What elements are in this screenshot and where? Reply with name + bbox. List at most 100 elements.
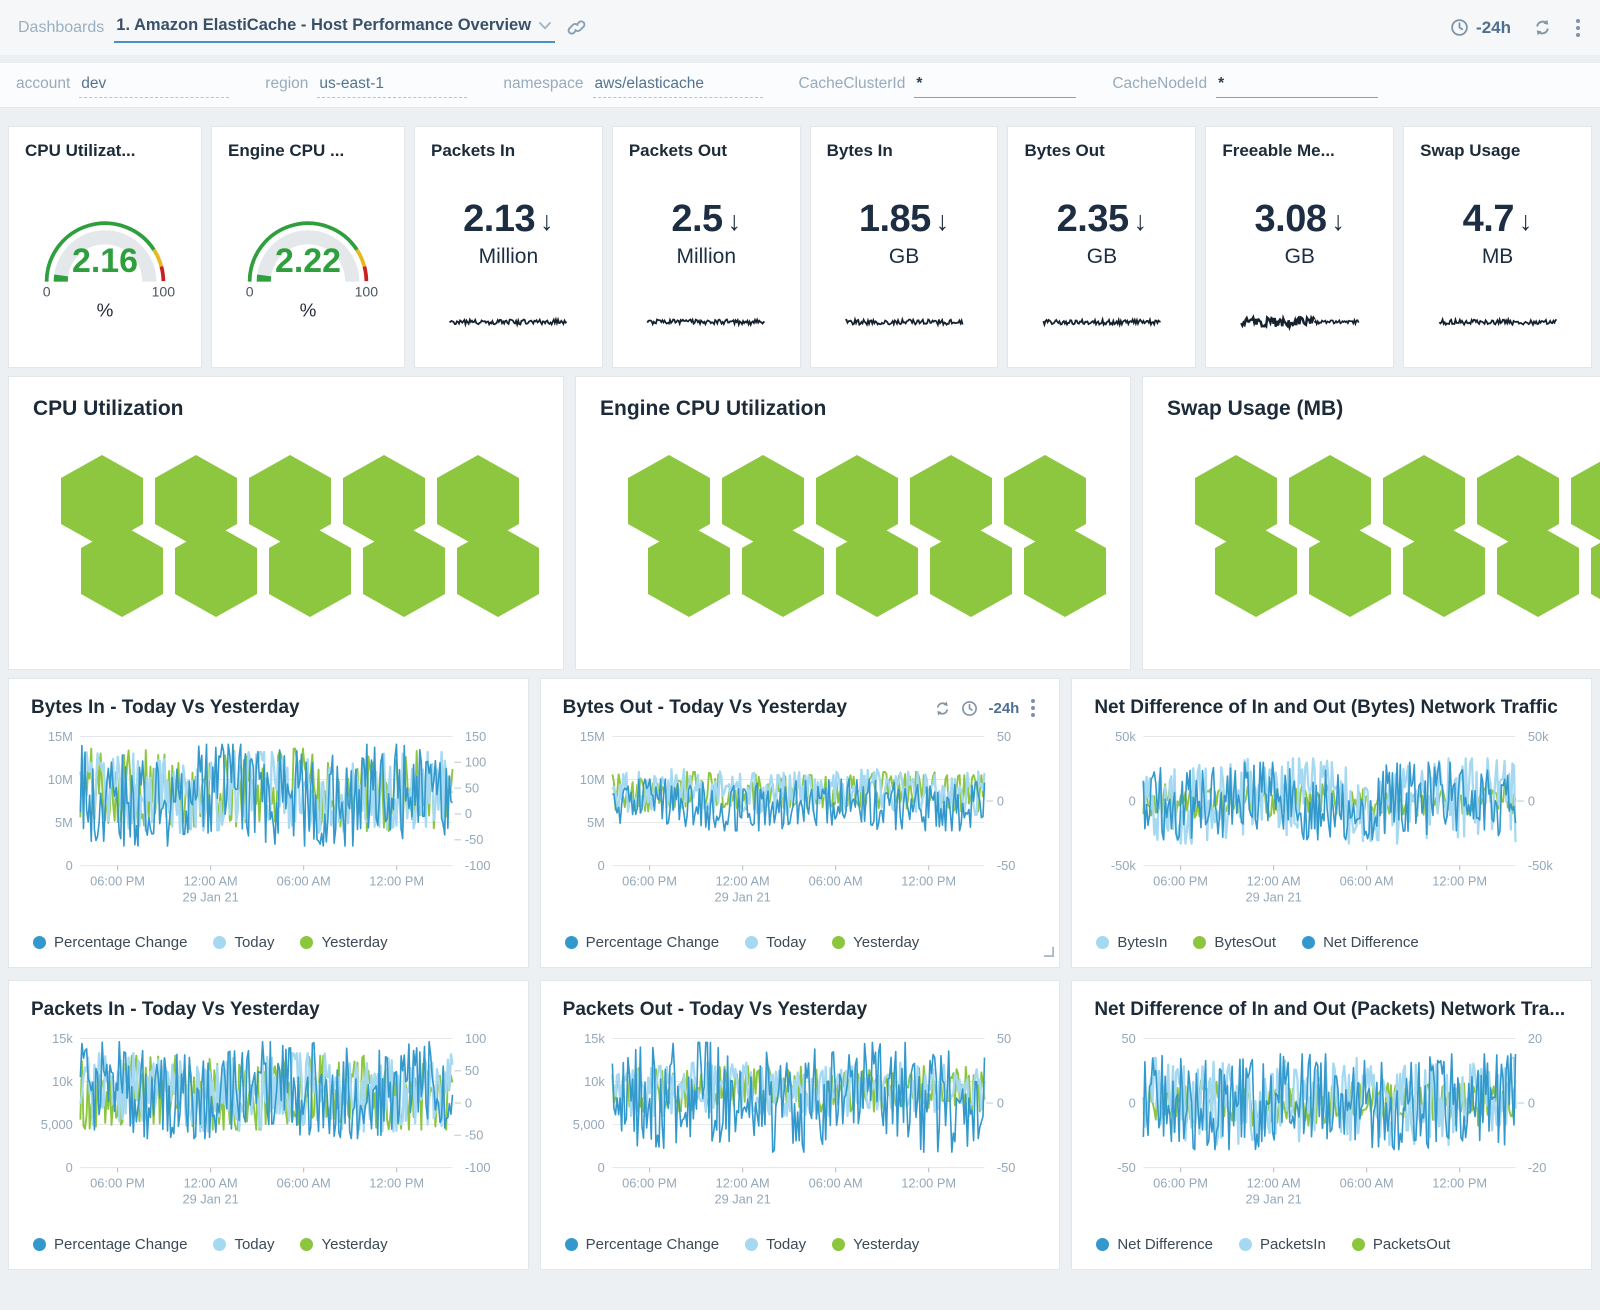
svg-text:06:00 AM: 06:00 AM xyxy=(808,1176,862,1191)
trend-down-icon: ↓ xyxy=(1519,206,1533,237)
filter-item: CacheClusterId * xyxy=(799,73,1077,98)
legend-item[interactable]: Net Difference xyxy=(1302,934,1419,951)
chart-title: Net Difference of In and Out (Packets) N… xyxy=(1094,999,1565,1021)
time-range-label: -24h xyxy=(1476,18,1511,38)
svg-text:15k: 15k xyxy=(52,1031,73,1046)
svg-text:12:00 PM: 12:00 PM xyxy=(1433,1176,1488,1191)
kpi-value: 2.13 xyxy=(463,198,535,241)
svg-text:12:00 AM: 12:00 AM xyxy=(184,874,238,889)
panel-time-range[interactable]: -24h xyxy=(988,700,1019,717)
kpi-unit: Million xyxy=(479,245,539,269)
legend-item[interactable]: Today xyxy=(213,934,274,951)
svg-text:29 Jan 21: 29 Jan 21 xyxy=(714,1192,770,1207)
legend-item[interactable]: Yesterday xyxy=(300,934,387,951)
svg-text:50k: 50k xyxy=(1115,729,1136,744)
chart-legend: Percentage Change Today Yesterday xyxy=(31,1232,506,1259)
sparkline xyxy=(446,313,570,331)
svg-text:0: 0 xyxy=(1528,793,1535,808)
chart-panel-packets-in-today-vs-yesterday: Packets In - Today Vs Yesterday 15k10k5,… xyxy=(8,980,529,1270)
honeycomb-grid xyxy=(1167,455,1600,617)
legend-dot xyxy=(1096,936,1109,949)
svg-text:50k: 50k xyxy=(1528,729,1549,744)
svg-text:29 Jan 21: 29 Jan 21 xyxy=(714,890,770,905)
svg-text:-100: -100 xyxy=(465,1160,491,1175)
line-chart: 15k10k5,0000100500-50-10006:00 PM12:00 A… xyxy=(31,1029,506,1219)
svg-text:100: 100 xyxy=(152,284,176,300)
kebab-menu-icon[interactable] xyxy=(1029,697,1037,719)
legend-item[interactable]: Percentage Change xyxy=(33,1236,187,1253)
svg-text:-50: -50 xyxy=(465,832,484,847)
svg-text:2.22: 2.22 xyxy=(275,242,341,280)
legend-item[interactable]: Today xyxy=(745,934,806,951)
kebab-menu-icon[interactable] xyxy=(1574,17,1582,39)
honeycomb-panel: Engine CPU Utilization xyxy=(575,376,1131,670)
breadcrumb[interactable]: Dashboards xyxy=(18,19,104,37)
filter-value-cacheclusterid[interactable]: * xyxy=(914,73,1076,98)
honeycomb-grid xyxy=(600,455,1106,617)
legend-label: Percentage Change xyxy=(54,934,187,951)
svg-text:10k: 10k xyxy=(52,1074,73,1089)
legend-item[interactable]: BytesIn xyxy=(1096,934,1167,951)
panel-title: CPU Utilization xyxy=(33,397,539,421)
legend-item[interactable]: Yesterday xyxy=(300,1236,387,1253)
trend-down-icon: ↓ xyxy=(936,206,950,237)
dashboard-title-wrap[interactable]: 1. Amazon ElastiCache - Host Performance… xyxy=(114,12,555,43)
legend-label: Percentage Change xyxy=(586,1236,719,1253)
svg-text:10M: 10M xyxy=(48,772,73,787)
kpi-title: Freeable Me... xyxy=(1222,141,1377,161)
time-range-button[interactable]: -24h xyxy=(1450,18,1511,38)
line-chart: 15M10M5M0150100500-50-10006:00 PM12:00 A… xyxy=(31,727,506,917)
svg-text:06:00 PM: 06:00 PM xyxy=(90,874,145,889)
svg-text:50: 50 xyxy=(996,729,1010,744)
kpi-title: Engine CPU ... xyxy=(228,141,388,161)
legend-item[interactable]: Yesterday xyxy=(832,1236,919,1253)
legend-item[interactable]: Net Difference xyxy=(1096,1236,1213,1253)
legend-item[interactable]: BytesOut xyxy=(1193,934,1276,951)
filter-value-account[interactable]: dev xyxy=(79,73,229,98)
filter-value-region[interactable]: us-east-1 xyxy=(317,73,467,98)
legend-label: BytesOut xyxy=(1214,934,1276,951)
legend-item[interactable]: PacketsOut xyxy=(1352,1236,1451,1253)
stat-kpi-card: Bytes Out 2.35 ↓ GB xyxy=(1007,126,1196,368)
filter-label: CacheNodeId xyxy=(1112,75,1207,93)
filter-value-namespace[interactable]: aws/elasticache xyxy=(593,73,763,98)
legend-item[interactable]: Yesterday xyxy=(832,934,919,951)
clock-icon xyxy=(1450,18,1469,37)
chevron-down-icon[interactable] xyxy=(539,22,551,30)
chart-legend: Percentage Change Today Yesterday xyxy=(563,1232,1038,1259)
legend-item[interactable]: PacketsIn xyxy=(1239,1236,1326,1253)
legend-label: Yesterday xyxy=(853,934,919,951)
link-icon[interactable] xyxy=(567,18,586,37)
svg-text:12:00 AM: 12:00 AM xyxy=(184,1176,238,1191)
honeycomb-row: CPU Utilization Engine CPU Utilization S… xyxy=(8,376,1592,670)
gauge-chart: 2.160100% xyxy=(25,195,185,319)
kpi-title: Swap Usage xyxy=(1420,141,1575,161)
legend-label: Yesterday xyxy=(321,1236,387,1253)
legend-label: Yesterday xyxy=(853,1236,919,1253)
svg-text:0: 0 xyxy=(66,858,73,873)
filter-value-cachenodeid[interactable]: * xyxy=(1216,73,1378,98)
refresh-icon[interactable] xyxy=(934,700,951,717)
legend-label: Today xyxy=(766,1236,806,1253)
legend-item[interactable]: Today xyxy=(745,1236,806,1253)
legend-item[interactable]: Percentage Change xyxy=(565,934,719,951)
resize-handle[interactable] xyxy=(1043,944,1054,962)
clock-icon[interactable] xyxy=(961,700,978,717)
kpi-title: Bytes In xyxy=(827,141,982,161)
refresh-icon[interactable] xyxy=(1533,18,1552,37)
sparkline xyxy=(1040,313,1164,331)
sparkline xyxy=(644,313,768,331)
svg-text:0: 0 xyxy=(1528,1095,1535,1110)
kpi-unit: GB xyxy=(1285,245,1315,269)
svg-text:15k: 15k xyxy=(584,1031,605,1046)
legend-label: BytesIn xyxy=(1117,934,1167,951)
legend-item[interactable]: Today xyxy=(213,1236,274,1253)
chart-panel-net-difference-bytes: Net Difference of In and Out (Bytes) Net… xyxy=(1071,678,1592,968)
svg-text:12:00 AM: 12:00 AM xyxy=(1247,874,1301,889)
legend-item[interactable]: Percentage Change xyxy=(33,934,187,951)
filter-bar: account dev region us-east-1 namespace a… xyxy=(0,62,1600,108)
trend-down-icon: ↓ xyxy=(1331,206,1345,237)
svg-text:-50: -50 xyxy=(1118,1160,1137,1175)
kpi-value: 4.7 xyxy=(1463,198,1514,241)
legend-item[interactable]: Percentage Change xyxy=(565,1236,719,1253)
